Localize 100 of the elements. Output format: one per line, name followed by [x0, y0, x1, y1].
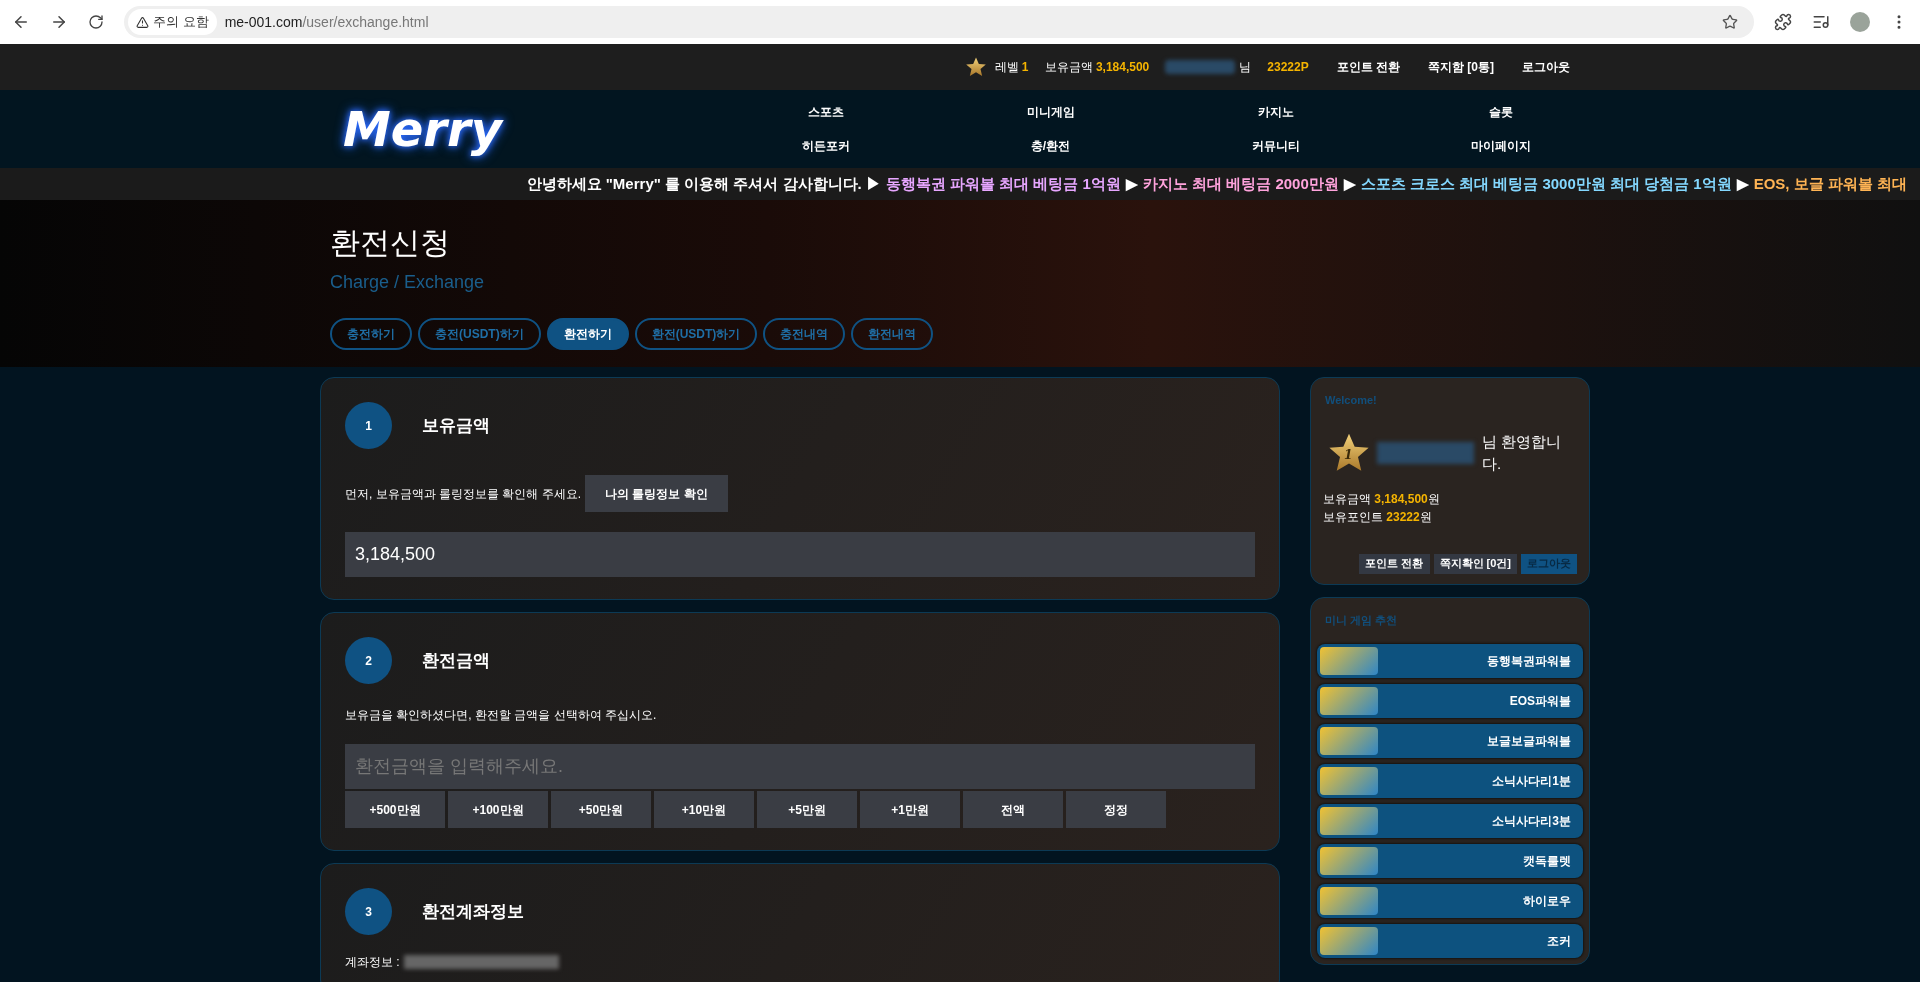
- page-title: 환전신청: [330, 225, 451, 261]
- amount-field[interactable]: 환전금액을 입력해주세요.: [345, 744, 1255, 789]
- nav-link[interactable]: 슬롯: [1488, 103, 1513, 121]
- page-subtitle: Charge / Exchange: [330, 271, 486, 294]
- welcome-heading: Welcome!: [1325, 393, 1378, 408]
- media-icon[interactable]: [1812, 13, 1830, 31]
- address-bar[interactable]: 주의 요함 me-001.com/user/exchange.html: [124, 6, 1754, 38]
- game-logo-placeholder: [1320, 727, 1378, 755]
- mini-game-link[interactable]: 캣독룰렛: [1317, 844, 1583, 878]
- profile-avatar[interactable]: [1850, 12, 1870, 32]
- game-logo-placeholder: [1320, 847, 1378, 875]
- game-name: EOS파워볼: [1509, 693, 1571, 710]
- notice-text: EOS, 보글 파워볼 최대: [1753, 173, 1907, 194]
- account-button[interactable]: 쪽지확인 [0건]: [1433, 553, 1517, 574]
- balance-value: 3,184,500: [1374, 491, 1428, 506]
- balance-label: 보유금액: [1323, 491, 1371, 506]
- notice-text: 카지노 최대 베팅금 2000만원: [1142, 173, 1339, 194]
- account-button[interactable]: 포인트 전환: [1359, 553, 1430, 574]
- step-number: 1: [345, 402, 392, 449]
- step-number: 3: [345, 888, 392, 935]
- nav-link[interactable]: 스포츠: [807, 103, 844, 121]
- page-tab[interactable]: 충전하기: [330, 318, 412, 350]
- points-value: 23222P: [1267, 59, 1309, 76]
- level-star-icon: [964, 56, 987, 78]
- user-link[interactable]: 쪽지함 [0통]: [1428, 58, 1494, 76]
- game-logo-placeholder: [1320, 687, 1378, 715]
- blurred-username: [1165, 60, 1236, 74]
- extensions-icon[interactable]: [1774, 13, 1792, 31]
- level-number: 1: [1343, 445, 1353, 464]
- notice-text: 스포츠 크로스 최대 베팅금 3000만원 최대 당첨금 1억원: [1360, 173, 1732, 194]
- game-logo-placeholder: [1320, 927, 1378, 955]
- game-logo-placeholder: [1320, 647, 1378, 675]
- game-logo-placeholder: [1320, 887, 1378, 915]
- mini-game-link[interactable]: 소닉사다리3분: [1317, 804, 1583, 838]
- currency-unit: 원: [1427, 491, 1440, 506]
- nav-link[interactable]: 커뮤니티: [1251, 137, 1300, 155]
- welcome-greeting: 님 환영합니다.: [1482, 431, 1563, 474]
- amount-button[interactable]: 정정: [1066, 791, 1166, 828]
- notice-text: 동행복권 파워볼 최대 베팅금 1억원: [885, 173, 1121, 194]
- notice-text: ▶: [1736, 173, 1749, 194]
- amount-button[interactable]: +10만원: [654, 791, 754, 828]
- game-name: 하이로우: [1523, 893, 1571, 910]
- page-tab[interactable]: 충전(USDT)하기: [418, 318, 541, 350]
- game-name: 조커: [1547, 933, 1571, 950]
- game-logo-placeholder: [1320, 807, 1378, 835]
- mini-game-link[interactable]: 조커: [1317, 924, 1583, 958]
- forward-icon[interactable]: [50, 13, 68, 31]
- reload-icon[interactable]: [88, 14, 104, 30]
- security-chip[interactable]: 주의 요함: [128, 9, 217, 35]
- points-value: 23222: [1386, 509, 1420, 524]
- url-text: me-001.com/user/exchange.html: [224, 12, 429, 32]
- amount-button[interactable]: +1만원: [860, 791, 960, 828]
- notice-text: ▶: [1125, 173, 1138, 194]
- balance-text: 보유금액 3,184,500: [1044, 59, 1150, 76]
- rolling-info-button[interactable]: 나의 롤링정보 확인: [585, 475, 728, 512]
- game-name: 소닉사다리1분: [1492, 773, 1571, 790]
- mini-game-link[interactable]: EOS파워볼: [1317, 684, 1583, 718]
- game-name: 소닉사다리3분: [1492, 813, 1571, 830]
- merry-logo[interactable]: Merry: [343, 93, 643, 165]
- amount-button[interactable]: +5만원: [757, 791, 857, 828]
- balance-field[interactable]: 3,184,500: [345, 532, 1255, 577]
- mini-games-heading: 미니 게임 추천: [1325, 612, 1399, 628]
- amount-button[interactable]: +100만원: [448, 791, 548, 828]
- step-title: 환전계좌정보: [422, 900, 524, 923]
- nav-link[interactable]: 마이페이지: [1470, 137, 1531, 155]
- notice-text: 안녕하세요 "Merry" 를 이용해 주셔서 감사합니다. ▶: [526, 173, 881, 194]
- page-tab[interactable]: 환전하기: [546, 318, 629, 350]
- user-link[interactable]: 포인트 전환: [1336, 58, 1400, 76]
- notice-text: ▶: [1343, 173, 1356, 194]
- security-label: 주의 요함: [153, 13, 209, 32]
- game-logo-placeholder: [1320, 767, 1378, 795]
- game-name: 동행복권파워볼: [1487, 653, 1571, 670]
- name-suffix: 님: [1239, 59, 1252, 76]
- amount-button[interactable]: +500만원: [345, 791, 445, 828]
- user-link[interactable]: 로그아웃: [1522, 58, 1570, 76]
- bookmark-star-icon[interactable]: [1722, 14, 1738, 30]
- mini-game-link[interactable]: 소닉사다리1분: [1317, 764, 1583, 798]
- currency-unit: 원: [1419, 509, 1432, 524]
- account-label: 계좌정보 :: [345, 954, 400, 971]
- amount-button[interactable]: 전액: [963, 791, 1063, 828]
- nav-link[interactable]: 히든포커: [801, 137, 850, 155]
- step-number: 2: [345, 637, 392, 684]
- step-instruction: 보유금을 확인하셨다면, 환전할 금액을 선택하여 주십시오.: [345, 707, 658, 724]
- nav-link[interactable]: 미니게임: [1026, 103, 1075, 121]
- step-title: 환전금액: [422, 649, 490, 672]
- points-label: 보유포인트: [1323, 509, 1383, 524]
- nav-link[interactable]: 카지노: [1257, 103, 1294, 121]
- step-title: 보유금액: [422, 414, 490, 437]
- game-name: 캣독룰렛: [1523, 853, 1571, 870]
- game-name: 보글보글파워볼: [1487, 733, 1571, 750]
- mini-game-link[interactable]: 보글보글파워볼: [1317, 724, 1583, 758]
- level-label: 레벨 1: [994, 59, 1029, 76]
- warning-icon: [136, 15, 149, 29]
- step-instruction: 먼저, 보유금액과 롤링정보를 확인해 주세요.: [345, 485, 581, 503]
- mini-game-link[interactable]: 동행복권파워볼: [1317, 644, 1583, 678]
- mini-game-link[interactable]: 하이로우: [1317, 884, 1583, 918]
- amount-button[interactable]: +50만원: [551, 791, 651, 828]
- page-tab[interactable]: 환전(USDT)하기: [634, 318, 758, 350]
- nav-link[interactable]: 충/환전: [1030, 137, 1071, 155]
- back-icon[interactable]: [12, 13, 30, 31]
